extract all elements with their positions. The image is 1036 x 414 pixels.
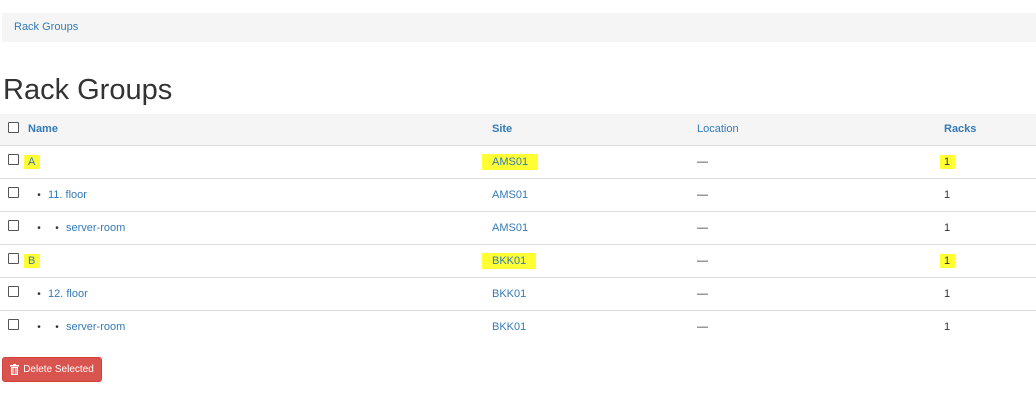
table-row: A AMS01 — 1 (0, 145, 1036, 178)
location-value: — (697, 287, 708, 300)
table-row: • 12. floor BKK01 — 1 (0, 277, 1036, 310)
breadcrumb: Rack Groups (2, 13, 1036, 42)
column-header-location: Location (697, 123, 739, 136)
rack-group-name-link[interactable]: B (28, 255, 35, 267)
site-link[interactable]: AMS01 (492, 189, 528, 201)
row-checkbox[interactable] (8, 220, 19, 232)
tree-indent: • • (37, 222, 59, 234)
location-value: — (697, 254, 708, 267)
table-row: • • server-room BKK01 — 1 (0, 310, 1036, 343)
select-all-checkbox[interactable] (8, 121, 19, 133)
breadcrumb-item-rack-groups[interactable]: Rack Groups (14, 21, 78, 33)
site-link[interactable]: BKK01 (492, 321, 526, 333)
location-value: — (697, 221, 708, 234)
racks-count: 1 (944, 320, 951, 333)
rack-group-name-link[interactable]: A (28, 156, 35, 168)
site-link[interactable]: BKK01 (492, 255, 526, 267)
racks-count: 1 (944, 188, 951, 201)
site-link[interactable]: AMS01 (492, 222, 528, 234)
table-row: B BKK01 — 1 (0, 244, 1036, 277)
racks-count: 1 (944, 221, 951, 234)
tree-indent: • (37, 288, 41, 300)
delete-selected-label: Delete Selected (23, 364, 94, 375)
location-value: — (697, 320, 708, 333)
row-checkbox[interactable] (8, 319, 19, 331)
column-header-site[interactable]: Site (492, 123, 512, 135)
row-checkbox[interactable] (8, 187, 19, 199)
row-checkbox[interactable] (8, 154, 19, 166)
table-row: • • server-room AMS01 — 1 (0, 211, 1036, 244)
racks-count: 1 (940, 253, 956, 268)
row-checkbox[interactable] (8, 253, 19, 265)
row-checkbox[interactable] (8, 286, 19, 298)
rack-group-name-link[interactable]: server-room (66, 321, 125, 333)
trash-icon (10, 364, 20, 375)
rack-group-name-link[interactable]: 11. floor (48, 189, 87, 201)
location-value: — (697, 155, 708, 168)
column-header-racks[interactable]: Racks (944, 123, 976, 135)
rack-groups-table: Name Site Location Racks A AMS01 — 1 • 11… (0, 114, 1036, 343)
rack-group-name-link[interactable]: 12. floor (48, 288, 88, 300)
delete-selected-button[interactable]: Delete Selected (2, 357, 102, 382)
tree-indent: • (37, 189, 41, 201)
table-row: • 11. floor AMS01 — 1 (0, 178, 1036, 211)
racks-count: 1 (944, 287, 951, 300)
racks-count: 1 (940, 154, 956, 169)
rack-group-name-link[interactable]: server-room (66, 222, 125, 234)
column-header-name[interactable]: Name (28, 123, 58, 135)
location-value: — (697, 188, 708, 201)
site-link[interactable]: AMS01 (492, 156, 528, 168)
tree-indent: • • (37, 321, 59, 333)
site-link[interactable]: BKK01 (492, 288, 526, 300)
page-title: Rack Groups (3, 74, 173, 106)
table-header-row: Name Site Location Racks (0, 114, 1036, 145)
